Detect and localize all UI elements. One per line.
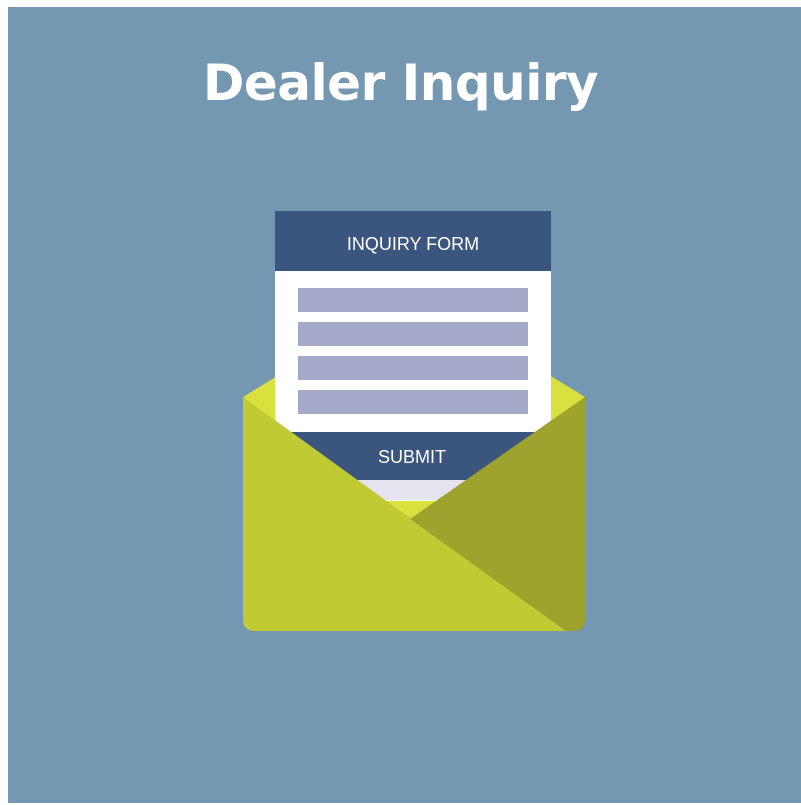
open-envelope-icon	[243, 211, 585, 631]
form-field-2	[298, 322, 528, 346]
form-field-4	[298, 390, 528, 414]
form-field-1	[298, 288, 528, 312]
submit-label: SUBMIT	[377, 447, 446, 467]
form-header-label: INQUIRY FORM	[346, 234, 480, 254]
form-field-3	[298, 356, 528, 380]
